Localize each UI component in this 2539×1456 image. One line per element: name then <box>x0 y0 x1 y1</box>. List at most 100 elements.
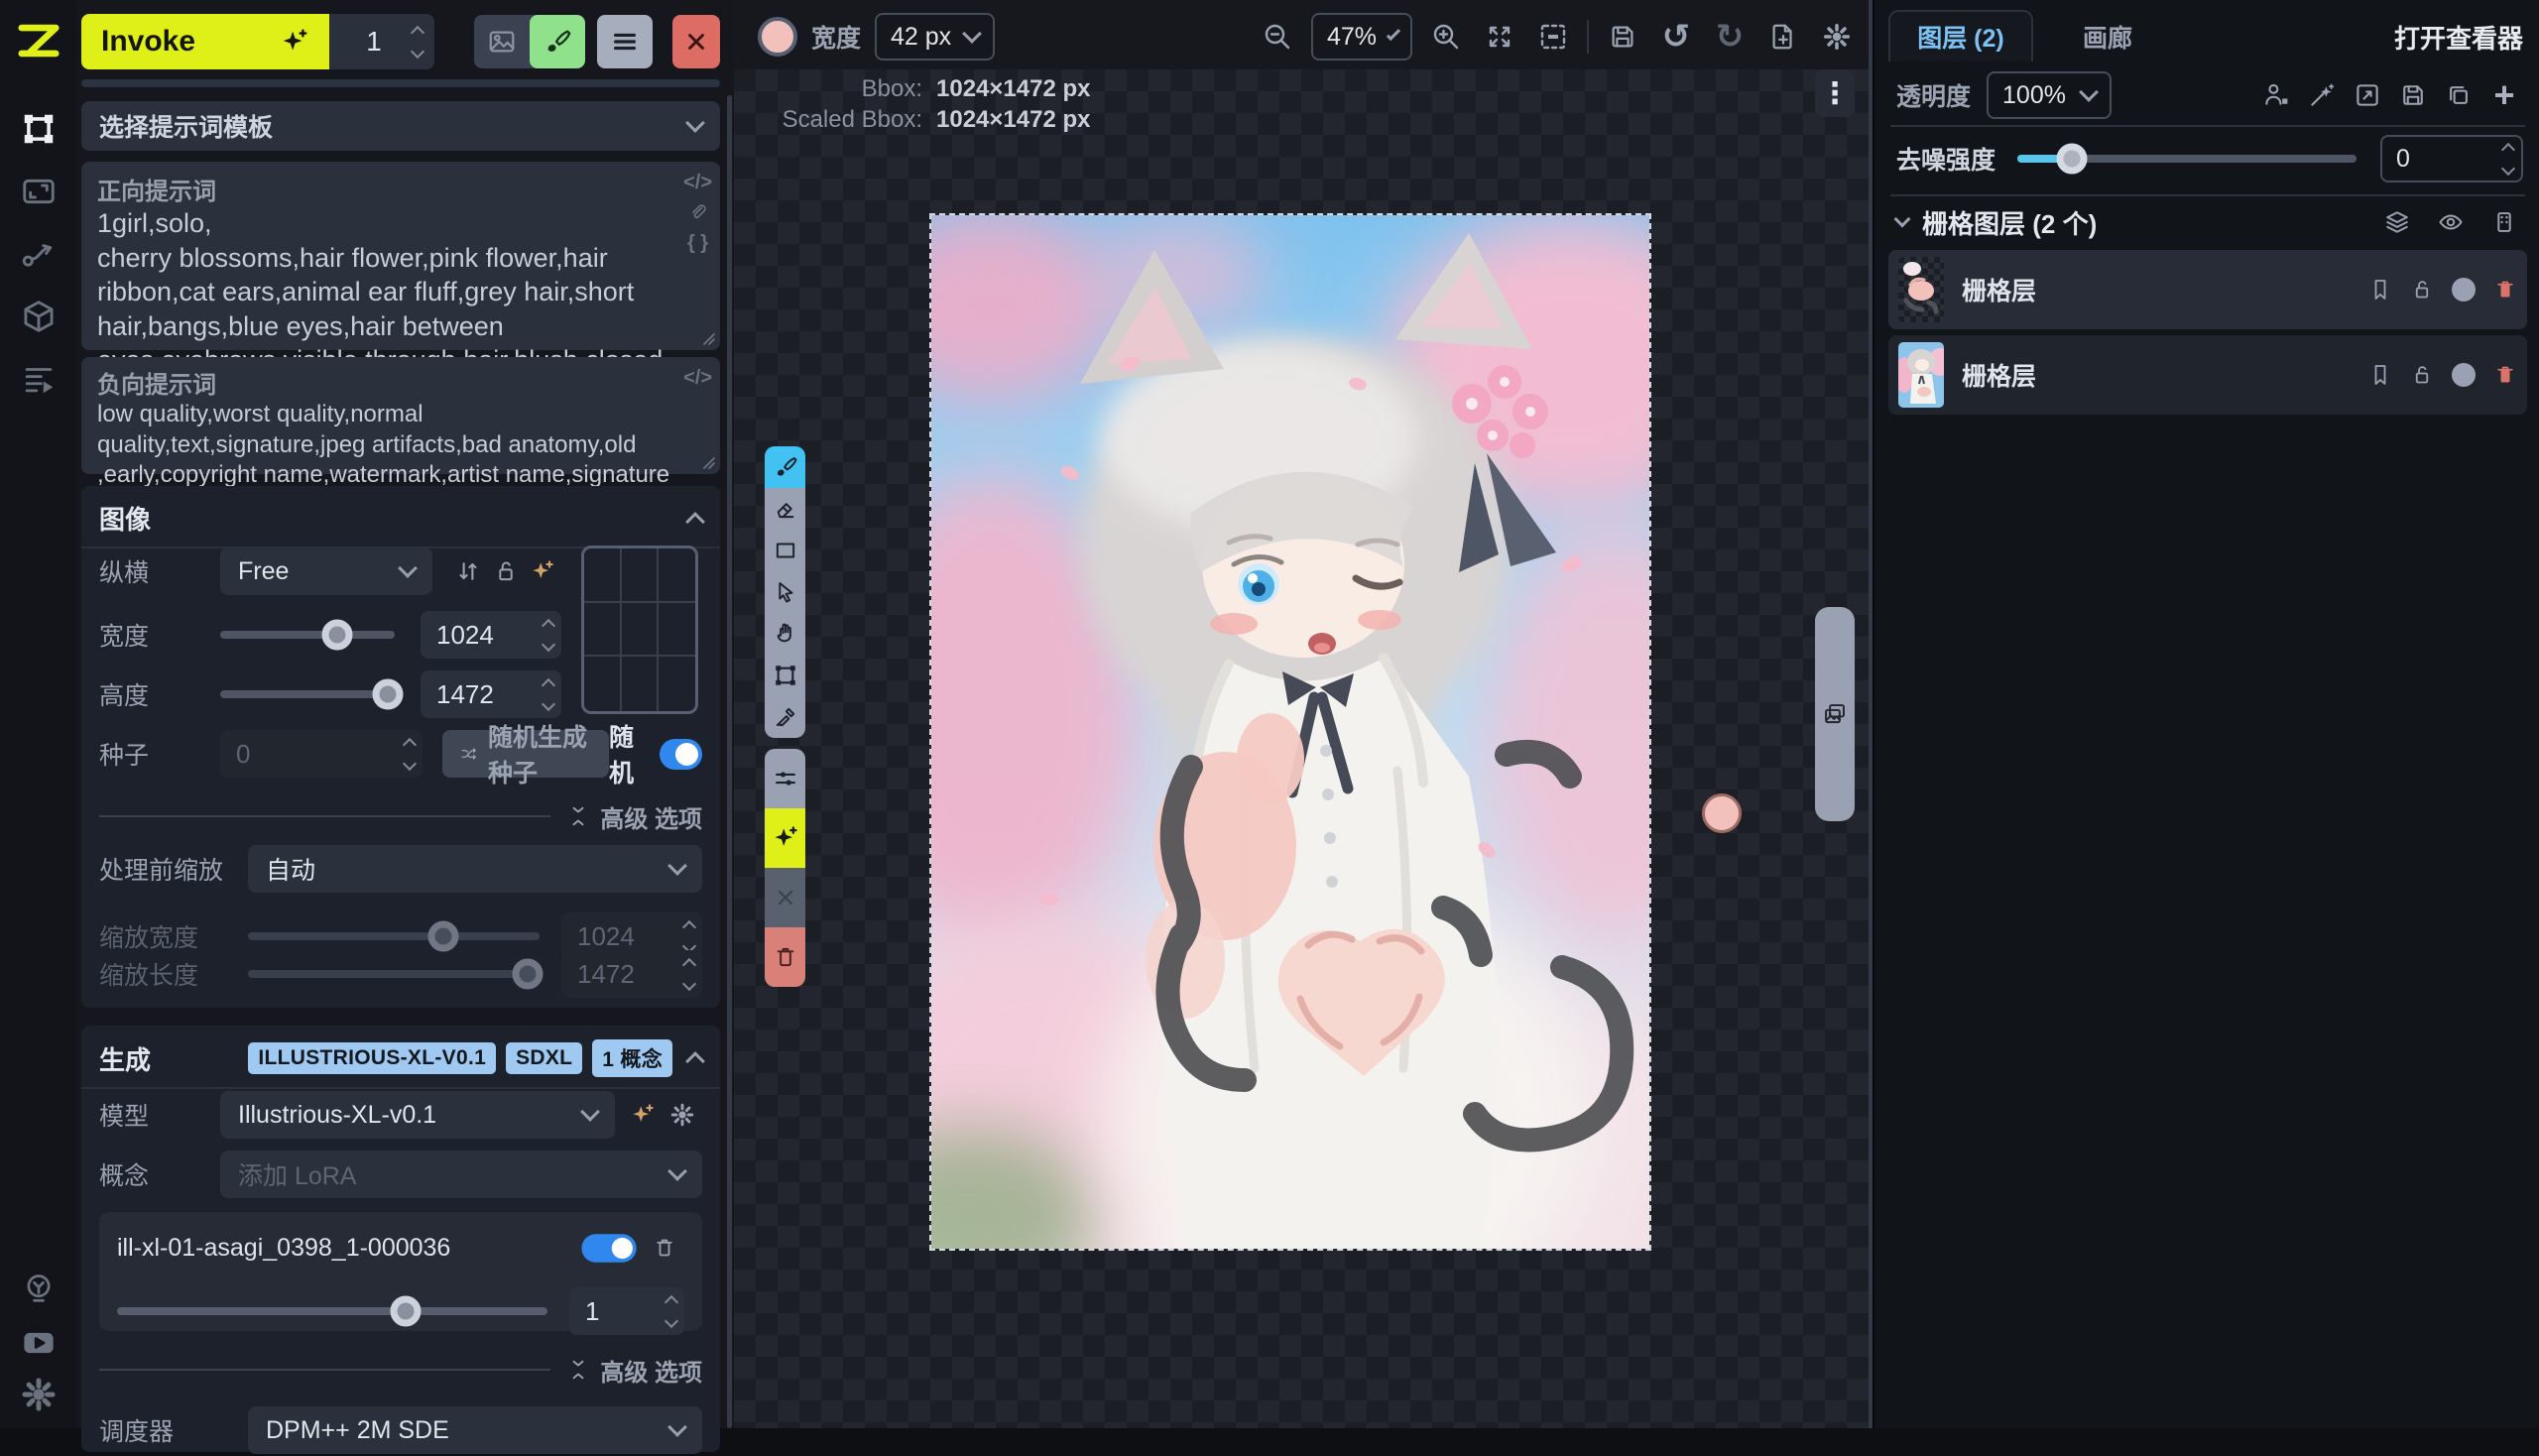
bookmark-icon[interactable] <box>2368 363 2392 387</box>
lora-weight-slider[interactable] <box>117 1307 547 1315</box>
optimize-size-icon[interactable] <box>525 549 561 593</box>
color-picker-tool[interactable] <box>765 696 805 738</box>
height-slider[interactable] <box>220 690 395 698</box>
code-icon[interactable]: </> <box>683 367 712 390</box>
filters-button[interactable] <box>765 749 805 808</box>
negative-prompt-text[interactable]: low quality,worst quality,normal quality… <box>97 400 680 491</box>
fit-canvas-icon[interactable] <box>1480 15 1519 59</box>
cancel-button[interactable] <box>672 15 720 68</box>
positive-prompt-box[interactable]: 正向提示词 1girl,solo, cherry blossoms,hair f… <box>81 162 720 350</box>
model-settings-icon[interactable] <box>663 1093 702 1137</box>
duplicate-layer-icon[interactable] <box>2440 73 2478 117</box>
layer-row[interactable]: 栅格层 <box>1888 250 2527 329</box>
pose-layer-icon[interactable] <box>2257 73 2295 117</box>
add-layer-icon[interactable]: + <box>2485 73 2523 117</box>
advanced-options-row[interactable]: 高级 选项 <box>99 801 702 831</box>
brush-width-select[interactable]: 42 px <box>875 13 995 61</box>
lock-open-icon[interactable] <box>487 549 524 593</box>
undo-icon[interactable]: ↺ <box>1656 15 1696 59</box>
save-canvas-icon[interactable] <box>1603 15 1642 59</box>
denoise-slider[interactable] <box>2017 155 2357 163</box>
lock-open-icon[interactable] <box>2410 278 2434 302</box>
move-select-tool[interactable] <box>765 571 805 613</box>
zoom-out-icon[interactable] <box>1258 15 1297 59</box>
redo-icon[interactable]: ↻ <box>1710 15 1750 59</box>
image-section-header[interactable]: 图像 <box>81 486 720 546</box>
prompt-template-select[interactable]: 选择提示词模板 <box>81 101 720 151</box>
negative-prompt-box[interactable]: 负向提示词 low quality,worst quality,normal q… <box>81 357 720 474</box>
braces-icon[interactable]: { } <box>687 232 708 255</box>
canvas-mode-button[interactable] <box>530 15 585 68</box>
bbox-tool[interactable] <box>765 655 805 696</box>
rail-settings-icon[interactable] <box>0 1367 77 1422</box>
delete-layer-button[interactable] <box>765 927 805 987</box>
opacity-select[interactable]: 100% <box>1987 71 2112 119</box>
layer-color-dot[interactable] <box>2452 363 2476 387</box>
scale-mode-select[interactable]: 自动 <box>248 845 702 893</box>
bookmark-icon[interactable] <box>2368 278 2392 302</box>
transform-icon[interactable] <box>2349 73 2386 117</box>
pan-tool[interactable] <box>765 613 805 655</box>
zoom-level-select[interactable]: 47% <box>1311 13 1412 61</box>
rectangle-tool[interactable] <box>765 530 805 571</box>
save-layer-icon[interactable] <box>2394 73 2432 117</box>
rail-youtube-icon[interactable] <box>0 1315 77 1371</box>
random-seed-toggle[interactable] <box>660 739 702 770</box>
panel-scrollbar[interactable] <box>727 95 732 1428</box>
paperclip-icon[interactable] <box>687 202 709 224</box>
aspect-select[interactable]: Free <box>220 547 432 595</box>
add-lora-select[interactable]: 添加 LoRA <box>220 1151 702 1198</box>
lock-open-icon[interactable] <box>2410 363 2434 387</box>
lora-delete-icon[interactable] <box>645 1226 684 1270</box>
queue-count-arrows[interactable] <box>413 28 423 57</box>
lora-weight-input[interactable]: 1 <box>569 1287 684 1335</box>
canvas-viewport[interactable]: 宽度 42 px 47% ↺ ↻ <box>734 0 1873 1428</box>
gallery-drawer-handle[interactable] <box>1815 607 1855 821</box>
width-slider[interactable] <box>220 631 395 639</box>
resize-handle-icon[interactable] <box>698 328 716 346</box>
layers-stack-icon[interactable] <box>2378 200 2416 244</box>
rail-workflows-tab[interactable] <box>0 226 77 282</box>
code-icon[interactable]: </> <box>683 172 712 194</box>
panel-menu-button[interactable] <box>597 15 653 68</box>
denoise-input[interactable]: 0 <box>2380 135 2523 182</box>
merge-layers-icon[interactable] <box>2485 200 2523 244</box>
invoke-generate-button[interactable] <box>765 808 805 868</box>
resize-handle-icon[interactable] <box>698 452 716 470</box>
visibility-icon[interactable] <box>2432 200 2470 244</box>
generation-section-header[interactable]: 生成 ILLUSTRIOUS-XL-V0.1 SDXL 1 概念 <box>81 1026 720 1087</box>
delete-layer-icon[interactable] <box>2493 278 2517 302</box>
rail-queue-tab[interactable] <box>0 351 77 407</box>
fit-bbox-icon[interactable] <box>1533 15 1573 59</box>
image-mode-button[interactable] <box>474 15 530 68</box>
canvas-image[interactable] <box>931 215 1649 1249</box>
delete-layer-icon[interactable] <box>2493 363 2517 387</box>
rail-models-tab[interactable] <box>0 289 77 344</box>
wand-icon[interactable] <box>2303 73 2341 117</box>
zoom-in-icon[interactable] <box>1426 15 1466 59</box>
tab-gallery[interactable]: 画廊 <box>2033 12 2182 61</box>
model-select[interactable]: Illustrious-XL-v0.1 <box>220 1091 615 1139</box>
queue-count-stepper[interactable]: 1 <box>329 14 434 69</box>
random-seed-button[interactable]: 随机生成种子 <box>442 730 609 778</box>
new-session-icon[interactable] <box>1763 15 1803 59</box>
model-sparkle-icon[interactable] <box>623 1093 663 1137</box>
canvas-settings-icon[interactable] <box>1817 15 1857 59</box>
canvas-menu-button[interactable]: ⋮ <box>1815 69 1855 117</box>
scheduler-select[interactable]: DPM++ 2M SDE <box>248 1406 702 1454</box>
eraser-tool[interactable] <box>765 488 805 530</box>
swap-dimensions-icon[interactable] <box>450 549 487 593</box>
lora-enabled-toggle[interactable] <box>581 1234 636 1263</box>
seed-input[interactable]: 0 <box>220 730 423 778</box>
height-input[interactable]: 1472 <box>421 670 561 718</box>
rail-upscale-tab[interactable] <box>0 164 77 219</box>
brush-tool[interactable] <box>765 446 805 488</box>
brush-color-swatch[interactable] <box>758 17 797 57</box>
raster-layers-header[interactable]: 栅格图层 (2 个) <box>1896 202 2523 242</box>
invoke-button[interactable]: Invoke <box>81 14 329 69</box>
layer-row[interactable]: 栅格层 <box>1888 335 2527 415</box>
rail-support-icon[interactable] <box>0 1262 77 1317</box>
width-input[interactable]: 1024 <box>421 611 561 659</box>
tab-layers[interactable]: 图层 (2) <box>1888 10 2033 61</box>
open-viewer-button[interactable]: 打开查看器 <box>2394 12 2523 61</box>
